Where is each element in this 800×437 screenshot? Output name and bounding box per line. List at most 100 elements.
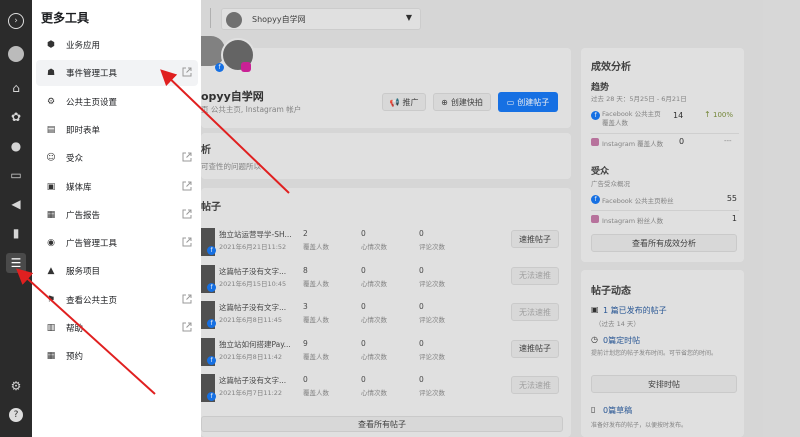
menu-item-label: 即时表单 <box>66 125 101 136</box>
help-icon[interactable]: ? <box>6 405 26 425</box>
post-date: 2021年6月7日11:22 <box>219 389 283 397</box>
comments-value: 0 <box>419 302 424 311</box>
menu-item-label: 广告报告 <box>66 210 101 221</box>
form-icon: ▤ <box>46 124 56 135</box>
comments-value: 0 <box>419 375 424 384</box>
collapse-toggle-icon[interactable]: › <box>6 11 26 31</box>
boost-post-button[interactable]: 无法速推 <box>511 266 559 285</box>
ig-followers-value: 1 <box>731 214 737 223</box>
reach-label: 覆盖人数 <box>303 389 329 397</box>
menu-item-7[interactable]: ◉ 广告管理工具 <box>36 230 198 256</box>
facebook-icon: f <box>215 63 224 72</box>
divider <box>591 210 739 211</box>
menu-item-4[interactable]: ☺ 受众 <box>36 145 198 171</box>
published-sub: （过去 14 天） <box>595 320 640 328</box>
ig-followers-row: Instagram 粉丝人数 1 <box>591 214 739 226</box>
menu-item-label: 预约 <box>66 352 84 363</box>
boost-post-button[interactable]: 速推帖子 <box>511 230 559 248</box>
help-book-icon: ▥ <box>46 323 56 333</box>
boost-post-button[interactable]: 无法速推 <box>511 376 559 394</box>
insights-notice-card: 析 可查性的问题所以 <box>201 133 571 179</box>
menu-item-6[interactable]: ▦ 广告报告 <box>36 202 198 228</box>
post-date: 2021年6月15日10:45 <box>219 279 287 288</box>
menu-item-label: 受众 <box>66 154 84 165</box>
reach-value: 9 <box>303 338 308 348</box>
post-title[interactable]: 独立站如何搭建Pay... <box>219 339 291 350</box>
menu-title: 更多工具 <box>41 11 90 25</box>
external-link-icon <box>182 237 192 247</box>
reactions-value: 0 <box>361 338 366 348</box>
scheduled-sub: 提前计划您的帖子发布时间。可节省您的时间。 <box>591 350 718 357</box>
menu-item-8[interactable]: ▲ 服务项目 <box>36 258 198 284</box>
calendar-icon: ▦ <box>46 351 56 362</box>
audience-icon: ☺ <box>46 153 56 164</box>
post-icon: ▭ <box>506 97 515 107</box>
menu-item-0[interactable]: ⬢ 业务应用 <box>36 32 198 58</box>
settings-gear-icon[interactable]: ⚙ <box>6 376 26 396</box>
messenger-icon[interactable]: ● <box>6 136 26 156</box>
reach-value: 0 <box>303 375 308 384</box>
promote-button[interactable]: 📢 推广 <box>382 93 426 111</box>
scheduled-link[interactable]: 0篇定时帖 <box>603 335 640 346</box>
insights-icon[interactable]: ▮ <box>6 223 26 243</box>
post-row: f 独立站如何搭建Pay... 2021年6月8日11:42 9 覆盖人数 0 心情次数 0 评… <box>201 334 563 370</box>
up-arrow-icon: ↑ <box>704 110 711 119</box>
instagram-icon <box>241 62 251 72</box>
home-icon[interactable]: ⌂ <box>6 78 26 98</box>
create-post-button[interactable]: ▭ 创建帖子 <box>498 92 558 112</box>
fb-reach-delta: 100% <box>713 111 734 119</box>
external-link-icon <box>182 181 192 190</box>
facebook-icon: f <box>207 246 216 255</box>
schedule-post-button[interactable]: 安排时帖 <box>591 375 737 393</box>
ig-followers-label: Instagram 粉丝人数 <box>602 217 664 225</box>
notice-subtitle: 可查性的问题所以 <box>201 162 261 171</box>
page-selector[interactable]: Shopyy自学网 ▼ <box>221 8 421 30</box>
trend-title: 趋势 <box>591 83 610 93</box>
menu-item-1[interactable]: ☗ 事件管理工具 <box>36 60 198 87</box>
reactions-label: 心情次数 <box>361 389 387 397</box>
boost-post-button[interactable]: 无法速推 <box>511 303 559 321</box>
inbox-icon[interactable]: ▭ <box>6 165 26 185</box>
left-icon-rail: › ⌂ ✿ ● ▭ ◀ ▮ ☰ ⚙ ? <box>0 0 32 437</box>
more-tools-menu: 更多工具 ⬢ 业务应用 ☗ 事件管理工具 ⚙ 公共主页设置 ▤ 即时表单 ☺ 受众 ▣ 媒体库 ▦ 广告报… <box>32 0 201 437</box>
post-date: 2021年6月8日11:45 <box>219 316 283 324</box>
fb-followers-label: Facebook 公共主页粉丝 <box>602 197 674 205</box>
menu-item-9[interactable]: ⚑ 查看公共主页 <box>36 287 198 313</box>
create-story-button[interactable]: ⊕ 创建快拍 <box>433 93 491 111</box>
megaphone-icon[interactable]: ◀ <box>6 194 26 214</box>
menu-item-2[interactable]: ⚙ 公共主页设置 <box>36 89 198 115</box>
external-link-icon <box>182 209 192 219</box>
menu-item-label: 事件管理工具 <box>66 69 118 80</box>
comments-value: 0 <box>419 338 424 348</box>
menu-item-5[interactable]: ▣ 媒体库 <box>36 174 198 200</box>
fb-followers-value: 55 <box>726 194 737 203</box>
view-all-insights-button[interactable]: 查看所有成效分析 <box>591 234 737 252</box>
comments-value: 0 <box>419 265 424 275</box>
post-row: f 这篇帖子没有文字... 2021年6月15日10:45 8 覆盖人数 0 心情次数 0 评论… <box>201 261 563 297</box>
published-link[interactable]: 1 篇已发布的帖子 <box>603 305 667 316</box>
activity-icon[interactable]: ✿ <box>6 107 26 127</box>
post-date: 2021年6月21日11:52 <box>219 243 287 251</box>
menu-item-10[interactable]: ▥ 帮助 <box>36 315 198 341</box>
drafts-link[interactable]: 0篇草稿 <box>603 405 632 416</box>
view-all-posts-button[interactable]: 查看所有帖子 <box>201 416 563 432</box>
boost-post-button[interactable]: 速推帖子 <box>511 339 559 358</box>
external-link-icon <box>182 152 192 162</box>
post-title[interactable]: 独立站运营导学-SH... <box>219 229 292 240</box>
menu-item-3[interactable]: ▤ 即时表单 <box>36 117 198 143</box>
chevron-down-icon: ▼ <box>405 13 412 22</box>
menu-icon[interactable]: ☰ <box>6 253 26 273</box>
fb-followers-row: f Facebook 公共主页粉丝 55 <box>591 194 739 206</box>
post-title[interactable]: 这篇帖子没有文字... <box>219 302 286 313</box>
facebook-icon: f <box>207 355 216 365</box>
trend-range: 过去 28 天：5月25日 - 6月21日 <box>591 95 687 103</box>
post-title[interactable]: 这篇帖子没有文字... <box>219 266 286 277</box>
menu-item-11[interactable]: ▦ 预约 <box>36 343 198 369</box>
story-icon: ⊕ <box>441 97 448 107</box>
comments-label: 评论次数 <box>419 316 445 324</box>
post-title[interactable]: 这篇帖子没有文字... <box>219 375 286 386</box>
report-icon: ▦ <box>46 209 56 220</box>
facebook-icon: f <box>207 282 216 292</box>
profile-name: opyy自学网 <box>201 90 264 103</box>
avatar[interactable] <box>6 44 26 64</box>
